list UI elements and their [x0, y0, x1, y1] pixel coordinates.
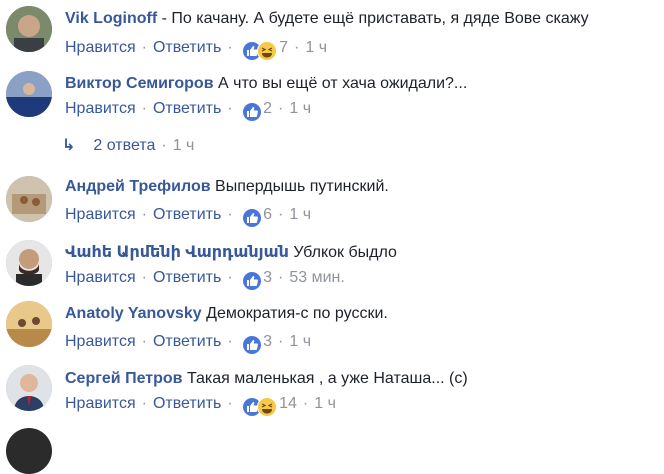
timestamp[interactable]: 1 ч — [314, 395, 336, 412]
reaction-summary[interactable] — [243, 335, 262, 354]
timestamp[interactable]: 1 ч — [289, 100, 311, 117]
avatar[interactable] — [6, 71, 52, 117]
reaction-summary[interactable] — [243, 271, 262, 290]
comment-text: Такая маленькая , а уже Наташа... (с) — [186, 370, 468, 387]
separator: · — [278, 206, 284, 223]
comment-text: Демократия-с по русски. — [206, 305, 388, 322]
comment-item: Վահե Արմենի Վարդանյան Ублкок быдло Нрави… — [0, 237, 664, 297]
reaction-count: 3 — [263, 333, 273, 350]
comment-item: Anatoly Yanovsky Демократия-с по русски.… — [0, 301, 664, 361]
reply-button[interactable]: Ответить — [153, 39, 221, 56]
comment-author[interactable]: Anatoly Yanovsky — [65, 305, 202, 322]
like-button[interactable]: Нравится — [65, 333, 136, 350]
comment-item: Vik Loginoff - По качану. А будете ещё п… — [0, 3, 664, 63]
reaction-summary[interactable] — [243, 396, 278, 417]
comment-author[interactable]: Виктор Семигоров — [65, 75, 214, 92]
separator: · — [141, 39, 147, 56]
haha-icon — [257, 40, 278, 61]
reaction-count: 2 — [263, 100, 273, 117]
comment-text: Выпердышь путинский. — [215, 178, 389, 195]
like-icon — [243, 102, 262, 121]
reaction-summary[interactable] — [243, 208, 262, 227]
like-button[interactable]: Нравится — [65, 395, 136, 412]
separator: · — [294, 39, 300, 56]
separator: · — [141, 269, 147, 286]
comment-author[interactable]: Андрей Трефилов — [65, 178, 211, 195]
like-button[interactable]: Нравится — [65, 100, 136, 117]
reaction-count: 3 — [263, 269, 273, 286]
haha-icon — [257, 396, 278, 417]
separator: · — [227, 395, 233, 412]
replies-count-label[interactable]: 2 ответа — [93, 137, 155, 154]
separator: · — [161, 137, 167, 154]
timestamp[interactable]: 1 ч — [289, 206, 311, 223]
comment-text: - По качану. А будете ещё приставать, я … — [161, 10, 589, 27]
reaction-count: 6 — [263, 206, 273, 223]
timestamp[interactable]: 1 ч — [289, 333, 311, 350]
separator: · — [141, 206, 147, 223]
separator: · — [227, 100, 233, 117]
comment-author[interactable]: Վահե Արմենի Վարդանյան — [65, 244, 289, 261]
view-replies-link[interactable]: ↳ 2 ответа · 1 ч — [62, 135, 194, 155]
separator: · — [141, 395, 147, 412]
reaction-summary[interactable] — [243, 40, 278, 61]
comment-item: Виктор Семигоров А что вы ещё от хача ож… — [0, 68, 664, 128]
avatar[interactable] — [6, 428, 52, 474]
avatar[interactable] — [6, 301, 52, 347]
avatar[interactable] — [6, 176, 52, 222]
separator: · — [278, 100, 284, 117]
comment-item: Сергей Петров Такая маленькая , а уже На… — [0, 365, 664, 425]
reply-button[interactable]: Ответить — [153, 100, 221, 117]
like-icon — [243, 271, 262, 290]
avatar[interactable] — [6, 6, 52, 52]
separator: · — [278, 269, 284, 286]
separator: · — [141, 333, 147, 350]
separator: · — [227, 333, 233, 350]
separator: · — [141, 100, 147, 117]
reaction-count: 7 — [279, 39, 289, 56]
comment-text: А что вы ещё от хача ожидали?... — [218, 75, 468, 92]
timestamp[interactable]: 53 мин. — [289, 269, 344, 286]
reaction-summary[interactable] — [243, 102, 262, 121]
avatar[interactable] — [6, 365, 52, 411]
separator: · — [278, 333, 284, 350]
reaction-count: 14 — [279, 395, 297, 412]
separator: · — [227, 39, 233, 56]
comment-author[interactable]: Vik Loginoff — [65, 10, 157, 27]
reply-button[interactable]: Ответить — [153, 395, 221, 412]
like-button[interactable]: Нравится — [65, 206, 136, 223]
separator: · — [227, 206, 233, 223]
reply-button[interactable]: Ответить — [153, 269, 221, 286]
reply-arrow-icon: ↳ — [62, 137, 76, 154]
separator: · — [227, 269, 233, 286]
like-button[interactable]: Нравится — [65, 39, 136, 56]
reply-button[interactable]: Ответить — [153, 206, 221, 223]
comment-author[interactable]: Сергей Петров — [65, 370, 182, 387]
timestamp: 1 ч — [172, 137, 195, 154]
timestamp[interactable]: 1 ч — [305, 39, 327, 56]
comment-item: Андрей Трефилов Выпердышь путинский. Нра… — [0, 173, 664, 233]
like-icon — [243, 208, 262, 227]
avatar[interactable] — [6, 240, 52, 286]
separator: · — [302, 395, 309, 412]
like-icon — [243, 335, 262, 354]
comment-text: Ублкок быдло — [293, 244, 397, 261]
like-button[interactable]: Нравится — [65, 269, 136, 286]
reply-button[interactable]: Ответить — [153, 333, 221, 350]
